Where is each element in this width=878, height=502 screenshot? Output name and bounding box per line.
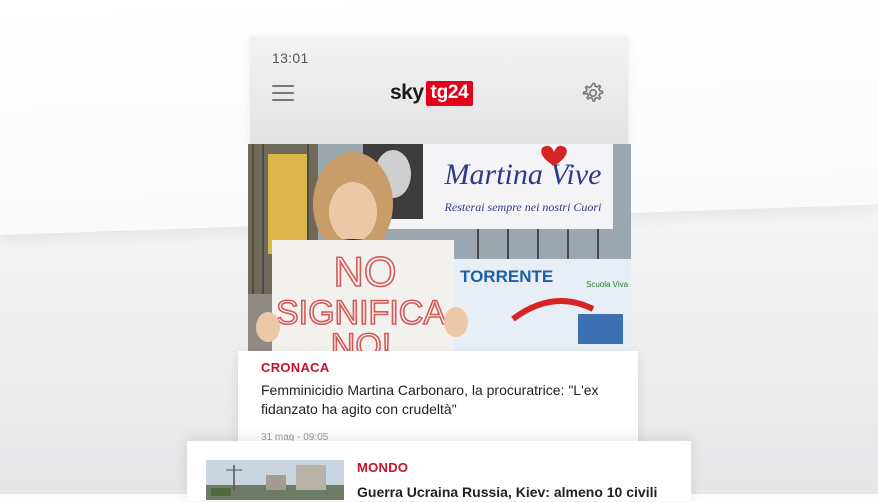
app-logo: sky tg24 bbox=[390, 80, 474, 106]
article-image-cronaca[interactable]: Martina Vive Resterai sempre nei nostri … bbox=[248, 144, 631, 351]
article-photo-2 bbox=[206, 460, 344, 500]
banner-title: Martina Vive bbox=[444, 158, 602, 191]
status-time: 13:01 bbox=[272, 50, 309, 66]
article-headline[interactable]: Guerra Ucraina Russia, Kiev: almeno 10 c… bbox=[357, 483, 657, 502]
hamburger-menu-icon[interactable] bbox=[272, 85, 294, 101]
poster-label: Scuola Viva bbox=[586, 280, 629, 289]
logo-tg24-badge: tg24 bbox=[425, 80, 474, 106]
sign-line-3: NO! bbox=[331, 327, 391, 351]
app-header: 13:01 sky tg24 bbox=[250, 36, 628, 144]
article-photo: Martina Vive Resterai sempre nei nostri … bbox=[248, 144, 631, 351]
article-category[interactable]: CRONACA bbox=[261, 360, 330, 375]
article-card-mondo[interactable]: MONDO Guerra Ucraina Russia, Kiev: almen… bbox=[187, 441, 691, 501]
banner-subtitle: Resterai sempre nei nostri Cuori bbox=[444, 200, 602, 214]
article-headline[interactable]: Femminicidio Martina Carbonaro, la procu… bbox=[261, 381, 599, 419]
article-category[interactable]: MONDO bbox=[357, 460, 408, 475]
headline-line-2: fidanzato ha agito con crudeltà" bbox=[261, 401, 457, 417]
gear-icon[interactable] bbox=[581, 81, 605, 105]
logo-sky-text: sky bbox=[390, 81, 424, 104]
headline-line-1: Femminicidio Martina Carbonaro, la procu… bbox=[261, 382, 599, 398]
poster-title: TORRENTE bbox=[460, 267, 553, 286]
sign-line-1: NO bbox=[334, 248, 397, 295]
article-card-cronaca[interactable]: CRONACA Femminicidio Martina Carbonaro, … bbox=[238, 351, 638, 443]
article-image-mondo[interactable] bbox=[206, 460, 344, 500]
